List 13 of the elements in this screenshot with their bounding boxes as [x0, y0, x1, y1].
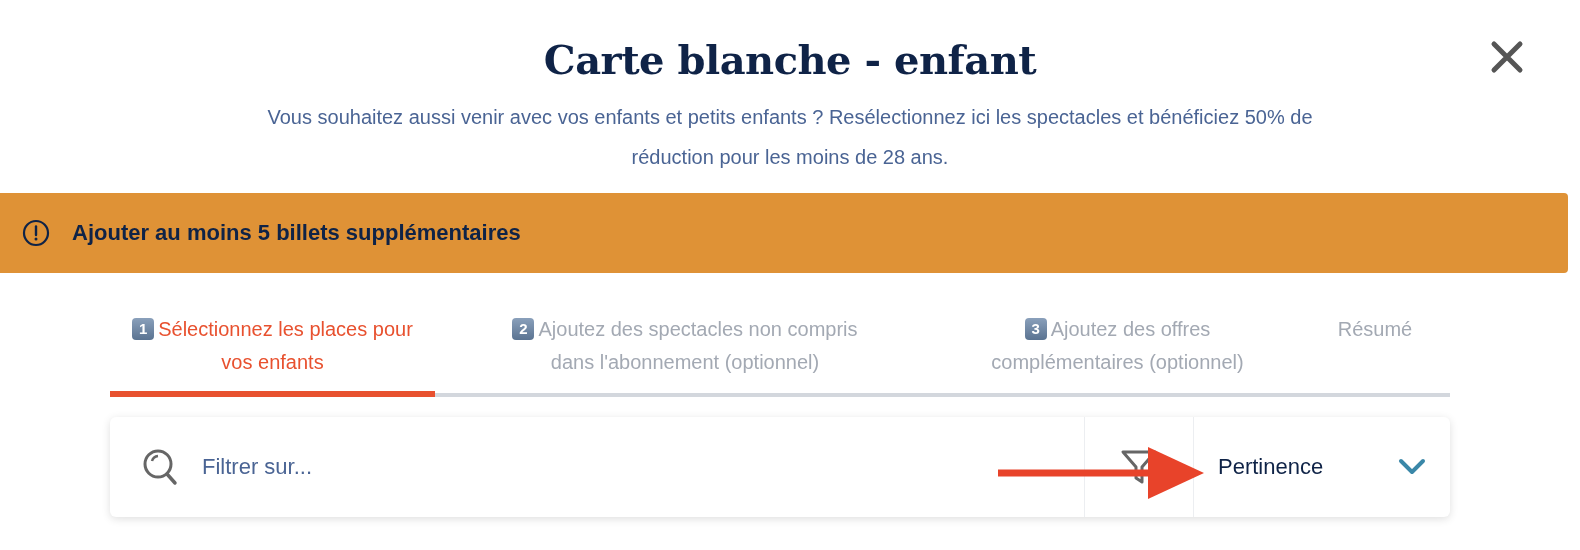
chevron-down-icon: [1398, 458, 1426, 476]
dialog-subtitle: Vous souhaitez aussi venir avec vos enfants et petits enfants ? Resélectionnez ici les spectacles et bénéficiez 50% de réduction pour les moins de 28 ans.: [266, 105, 1314, 170]
alert-text: Ajouter au moins 5 billets supplémentaires: [72, 220, 521, 246]
step-tab[interactable]: Résumé: [1300, 313, 1450, 397]
close-button[interactable]: [1490, 40, 1524, 74]
exclamation-icon: [22, 219, 50, 247]
step-tab[interactable]: 1 Sélectionnez les places pour vos enfants: [110, 313, 435, 397]
search-icon: [142, 448, 178, 486]
close-icon: [1490, 40, 1524, 74]
step-tab[interactable]: 2 Ajoutez des spectacles non compris dans l'abonnement (optionnel): [435, 313, 935, 397]
dialog-title: Carte blanche - enfant: [543, 36, 1037, 83]
step-tab[interactable]: 3 Ajoutez des offres complémentaires (optionnel): [935, 313, 1300, 397]
sort-dropdown[interactable]: Pertinence: [1194, 417, 1450, 517]
